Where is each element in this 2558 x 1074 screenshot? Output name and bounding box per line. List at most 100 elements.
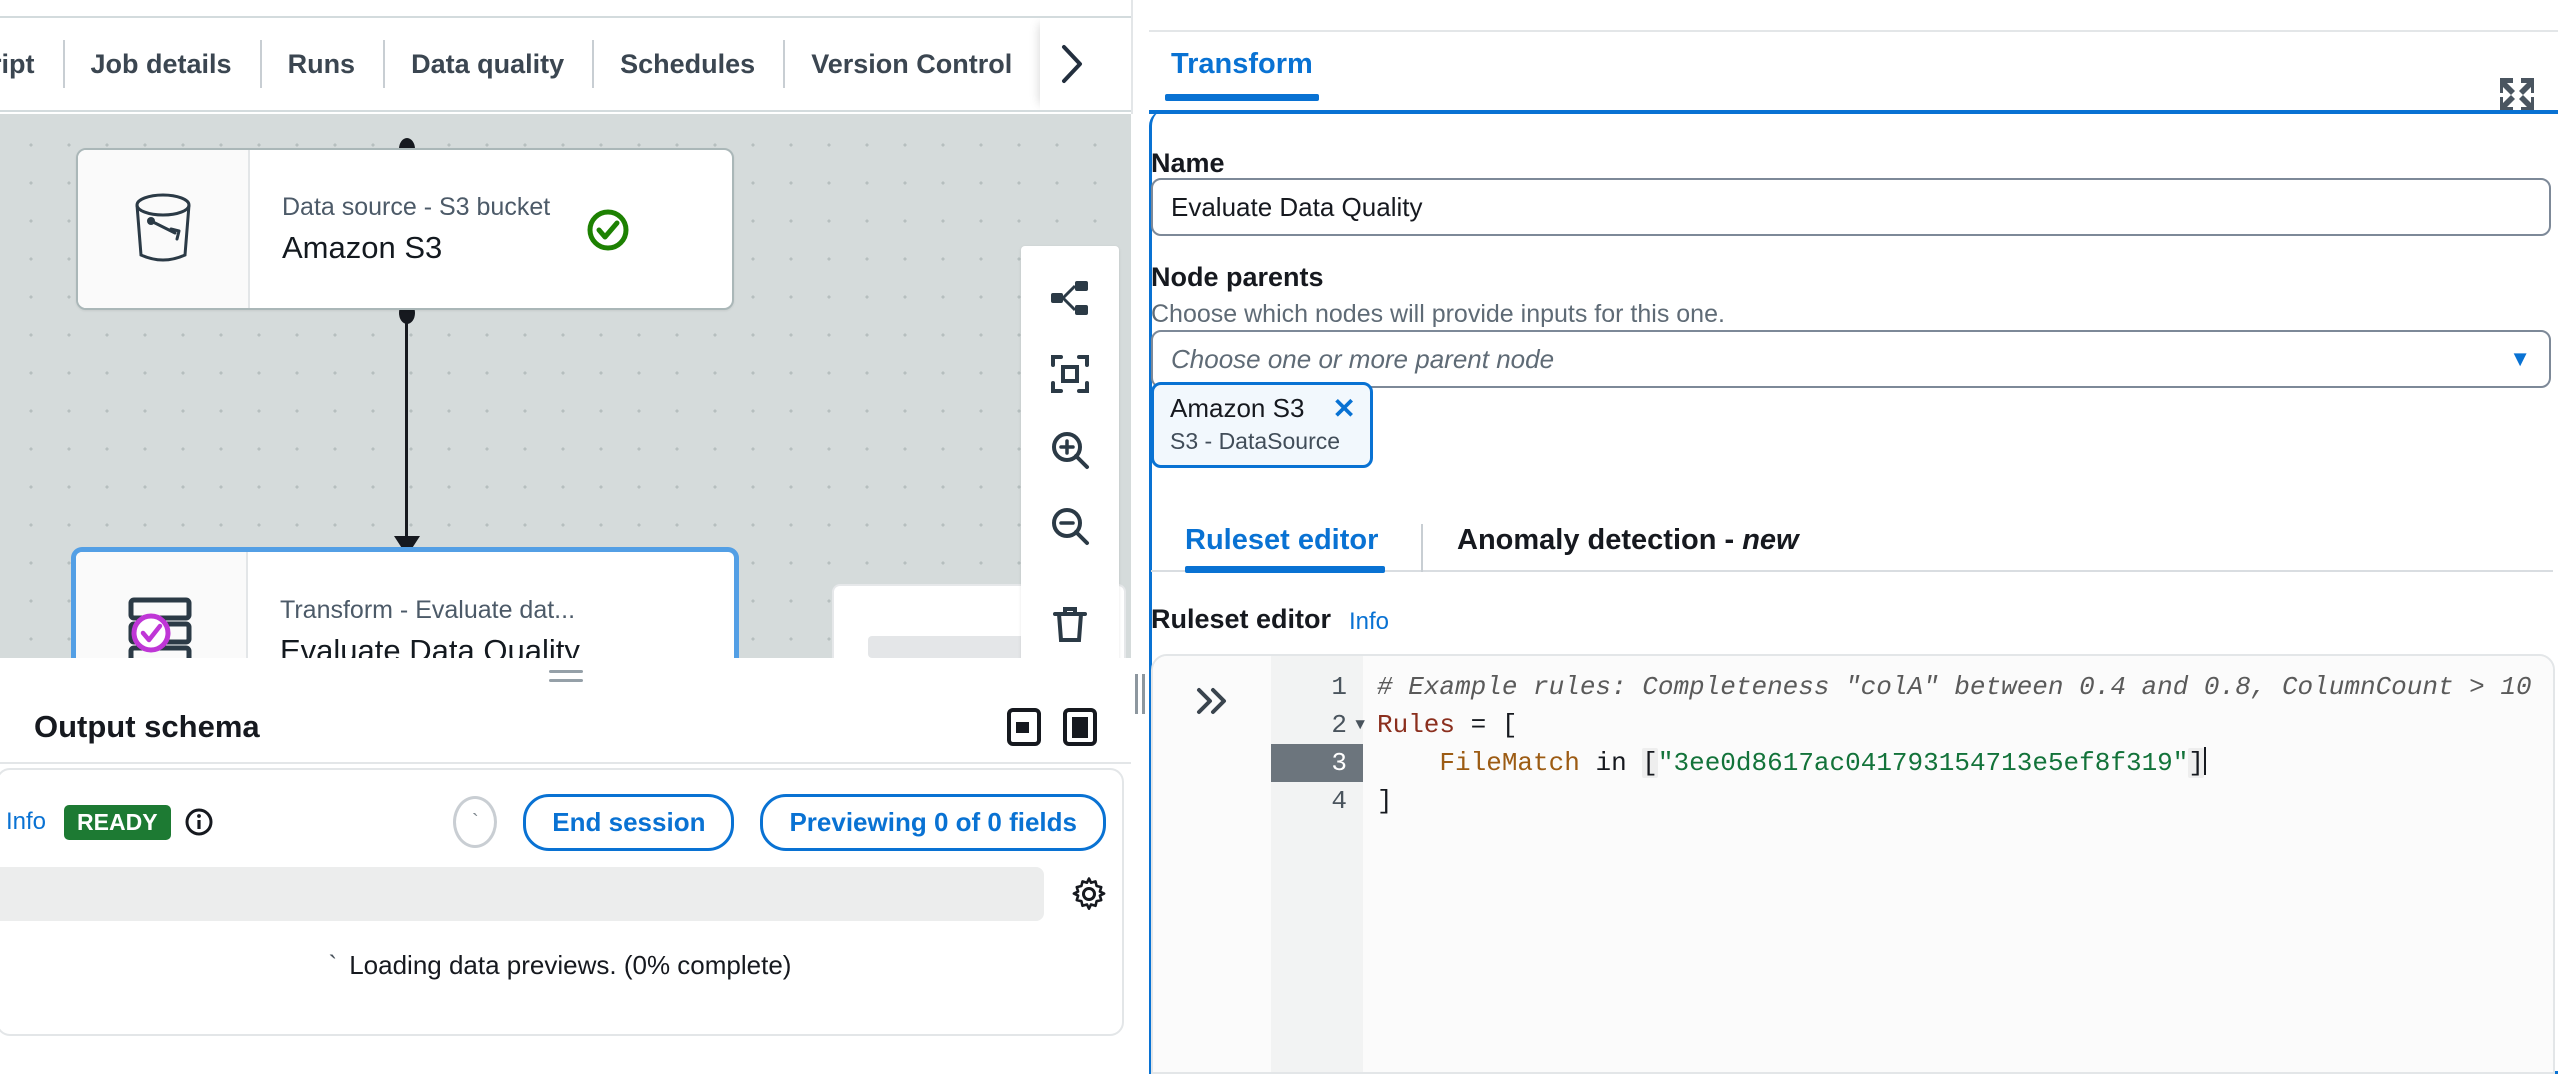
info-link[interactable]: Info [6, 808, 46, 836]
gear-icon[interactable] [1072, 877, 1106, 911]
node-title: Evaluate Data Quality [280, 633, 734, 659]
tab-label: Script [0, 49, 35, 80]
token-subtitle: S3 - DataSource [1170, 428, 1356, 455]
name-input[interactable]: Evaluate Data Quality [1151, 178, 2551, 236]
subtab-divider [1421, 524, 1423, 572]
panel-resize-handle[interactable] [1131, 114, 1149, 1074]
name-label: Name [1151, 148, 1225, 179]
graph-edge [405, 310, 408, 550]
tab-transform[interactable]: Transform [1149, 32, 1335, 95]
ruleset-editor-label: Ruleset editor [1151, 604, 1331, 635]
tab-job-details[interactable]: Job details [63, 18, 260, 110]
output-schema-pane: Output schema Info READY ` En [0, 658, 1131, 1074]
tab-label: Anomaly detection - [1457, 524, 1742, 556]
tab-ruleset-editor[interactable]: Ruleset editor [1185, 520, 1385, 573]
loading-text: Loading data previews. (0% complete) [349, 950, 791, 981]
info-circle-icon[interactable] [185, 808, 213, 836]
tab-schedules[interactable]: Schedules [592, 18, 783, 110]
code-token-bracket-open: [ [1642, 748, 1658, 778]
ruleset-code-editor[interactable]: 1 2▼ 3 4 # Example rules: Completeness "… [1151, 654, 2555, 1074]
evaluate-data-quality-icon [121, 592, 201, 658]
node-subtitle: Transform - Evaluate dat... [280, 596, 734, 625]
node-icon-wrap [78, 150, 250, 308]
code-token-bracket: ] [1377, 786, 1393, 816]
editor-line-numbers: 1 2▼ 3 4 [1271, 656, 1363, 1072]
chevron-down-icon: ▼ [2509, 346, 2531, 372]
collapse-panel-icon[interactable] [1007, 708, 1041, 746]
token-label: Amazon S3 [1170, 393, 1304, 424]
transform-subtabs: Ruleset editor Anomaly detection - new [1149, 520, 2558, 594]
code-token-bracket-close: ] [2188, 748, 2204, 778]
tab-runs[interactable]: Runs [260, 18, 384, 110]
line-number: 1 [1271, 668, 1363, 706]
tab-label: Transform [1171, 48, 1313, 80]
line-number-active: 3 [1271, 744, 1363, 782]
tab-active-underline [1165, 94, 1319, 101]
fold-toggle-icon[interactable]: ▼ [1355, 706, 1365, 744]
node-title: Amazon S3 [282, 230, 732, 266]
line-number-text: 4 [1331, 786, 1347, 816]
success-check-icon [584, 206, 632, 254]
tab-label: Data quality [411, 49, 564, 80]
output-schema-header-actions [1007, 708, 1097, 746]
editor-code-area[interactable]: # Example rules: Completeness "colA" bet… [1363, 656, 2553, 1072]
loading-status: ` Loading data previews. (0% complete) [0, 950, 1122, 981]
line-number: 2▼ [1271, 706, 1363, 744]
page-title: Output schema [34, 709, 260, 745]
tab-label: Job details [91, 49, 232, 80]
node-status-badge [584, 206, 632, 254]
loading-spinner: ` [453, 796, 497, 848]
name-input-value: Evaluate Data Quality [1171, 192, 1422, 223]
tab-label: Schedules [620, 49, 755, 80]
line-number-text: 2 [1331, 710, 1347, 740]
job-tabbar: Script Job details Runs Data quality Sch… [0, 16, 1131, 112]
expand-panel-icon[interactable] [1063, 708, 1097, 746]
close-icon[interactable]: ✕ [1332, 395, 1355, 423]
node-icon-wrap [76, 552, 248, 658]
delete-icon[interactable] [1030, 586, 1110, 658]
selected-parent-token[interactable]: Amazon S3 ✕ S3 - DataSource [1151, 382, 1373, 468]
tab-script[interactable]: Script [0, 18, 63, 110]
graph-node-amazon-s3[interactable]: Data source - S3 bucket Amazon S3 [76, 148, 734, 310]
node-subtitle: Data source - S3 bucket [282, 193, 732, 222]
pane-resize-handle[interactable] [0, 664, 1131, 688]
editor-main: 1 2▼ 3 4 # Example rules: Completeness "… [1271, 656, 2553, 1072]
previewing-fields-button[interactable]: Previewing 0 of 0 fields [760, 794, 1106, 851]
canvas-toolbar [1021, 246, 1119, 658]
fit-to-screen-icon[interactable] [1030, 336, 1110, 412]
end-session-button[interactable]: End session [523, 794, 734, 851]
output-schema-header: Output schema [0, 692, 1131, 764]
search-input[interactable]: dataset [0, 867, 1044, 921]
output-schema-card: Info READY ` End session Previewing 0 of… [0, 768, 1124, 1036]
code-line: ] [1377, 782, 2553, 820]
code-token-comment: # Example rules: Completeness "colA" bet… [1377, 672, 2532, 702]
tab-active-underline [1185, 566, 1385, 573]
s3-bucket-icon [127, 189, 199, 269]
node-parents-description: Choose which nodes will provide inputs f… [1151, 300, 1725, 329]
tab-anomaly-detection[interactable]: Anomaly detection - new [1457, 520, 1799, 573]
loading-tick: ` [329, 950, 338, 981]
schema-search-row: dataset [0, 864, 1122, 924]
job-graph-canvas[interactable]: Data source - S3 bucket Amazon S3 [0, 114, 1131, 658]
session-status-row: Info READY ` End session Previewing 0 of… [0, 792, 1122, 852]
tab-version-control[interactable]: Version Control [783, 18, 1040, 110]
graph-node-evaluate-data-quality[interactable]: Transform - Evaluate dat... Evaluate Dat… [72, 548, 738, 658]
tab-scroll-right-button[interactable] [1040, 18, 1104, 110]
status-badge: READY [64, 805, 171, 840]
ruleset-editor-info-link[interactable]: Info [1349, 608, 1389, 636]
line-number-text: 3 [1331, 748, 1347, 778]
share-graph-icon[interactable] [1030, 260, 1110, 336]
node-parents-label: Node parents [1151, 262, 1324, 293]
expand-arrows-icon[interactable] [2498, 76, 2536, 114]
code-token-function: FileMatch [1439, 748, 1579, 778]
transform-panel-tabrow: Transform [1149, 30, 2558, 108]
token-top-row: Amazon S3 ✕ [1170, 393, 1356, 424]
line-number-text: 1 [1331, 672, 1347, 702]
zoom-out-icon[interactable] [1030, 488, 1110, 564]
tab-data-quality[interactable]: Data quality [383, 18, 592, 110]
chevron-double-right-icon[interactable] [1153, 656, 1271, 1072]
zoom-in-icon[interactable] [1030, 412, 1110, 488]
node-parents-select[interactable]: Choose one or more parent node ▼ [1151, 330, 2551, 388]
code-token-string: "3ee0d8617ac041793154713e5ef8f319" [1658, 748, 2189, 778]
code-token-plain: in [1580, 748, 1642, 778]
